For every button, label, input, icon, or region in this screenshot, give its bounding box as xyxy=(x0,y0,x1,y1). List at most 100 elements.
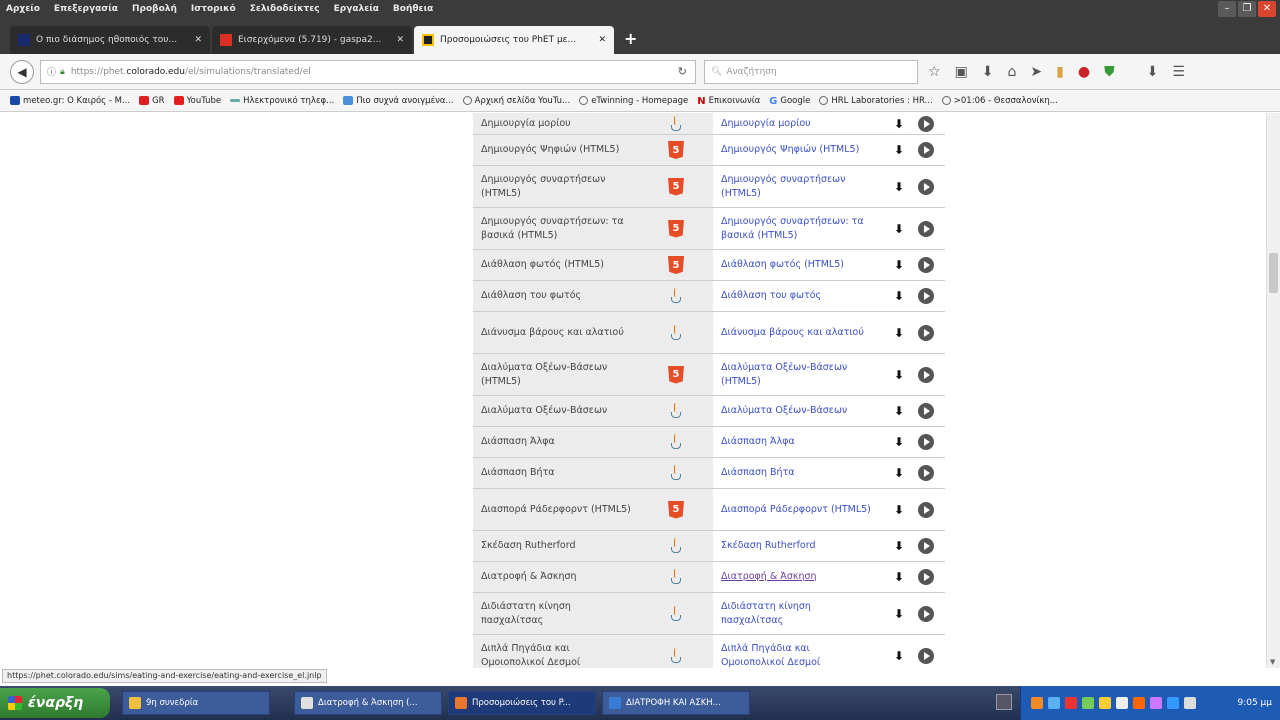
play-icon[interactable] xyxy=(918,434,935,450)
network-icon[interactable] xyxy=(1184,697,1196,709)
translated-simulation-link[interactable]: Δημιουργός Ψηφιών (HTML5) xyxy=(713,135,883,165)
play-icon[interactable] xyxy=(918,288,935,304)
send-icon[interactable]: ➤ xyxy=(1030,64,1042,80)
menu-item[interactable]: Ιστορικό xyxy=(191,4,236,14)
translated-simulation-link[interactable]: Διάνυσμα βάρους και αλατιού xyxy=(713,312,883,353)
play-icon[interactable] xyxy=(918,366,935,383)
tray-app-icon[interactable] xyxy=(1065,697,1077,709)
tab[interactable]: Εισερχόμενα (5.719) - gaspa2... ✕ xyxy=(212,26,412,54)
url-bar[interactable]: ⓘ 🔒︎ https://phet. colorado.edu /el/simu… xyxy=(40,59,696,84)
bookmark-item[interactable]: YouTube xyxy=(173,96,221,106)
bookmark-item[interactable]: >01:06 - Θεσσαλονίκη... xyxy=(941,96,1058,106)
translated-simulation-link[interactable]: Διάθλαση του φωτός xyxy=(713,281,883,311)
tray-app-icon[interactable] xyxy=(1167,697,1179,709)
scrollbar[interactable]: ▼ xyxy=(1266,113,1280,668)
back-icon[interactable]: ◀ xyxy=(10,59,34,84)
menu-item[interactable]: Επεξεργασία xyxy=(54,4,118,14)
show-desktop-icon[interactable] xyxy=(996,694,1012,710)
scrollbar-thumb[interactable] xyxy=(1269,253,1278,293)
play-icon[interactable] xyxy=(918,501,935,518)
download-icon[interactable]: ⬇ xyxy=(894,368,904,382)
menu-item[interactable]: Βοήθεια xyxy=(393,4,433,14)
download-icon[interactable]: ⬇ xyxy=(894,258,904,272)
download-icon[interactable]: ⬇ xyxy=(894,649,904,663)
taskbar-item[interactable]: 9η συνεδρία xyxy=(122,691,270,715)
play-icon[interactable] xyxy=(918,538,935,554)
download-icon[interactable]: ⬇ xyxy=(894,180,904,194)
translated-simulation-link[interactable]: Διπλά Πηγάδια και Ομοιοπολικοί Δεσμοί xyxy=(713,635,883,668)
translated-simulation-link[interactable]: Διάσπαση Άλφα xyxy=(713,427,883,457)
close-tab-icon[interactable]: ✕ xyxy=(396,35,404,45)
play-icon[interactable] xyxy=(918,324,935,341)
play-icon[interactable] xyxy=(918,569,935,585)
downloads-icon[interactable]: ⬇ xyxy=(1147,64,1159,80)
pinterest-icon[interactable]: ● xyxy=(1078,64,1090,80)
translated-simulation-link[interactable]: Διασπορά Ράδερφορντ (HTML5) xyxy=(713,489,883,530)
reader-icon[interactable]: ▣ xyxy=(955,64,968,80)
download-icon[interactable]: ⬇ xyxy=(894,326,904,340)
taskbar-item[interactable]: ΔΙΑΤΡΟΦΗ ΚΑΙ ΑΣΚΗ... xyxy=(602,691,750,715)
download-icon[interactable]: ⬇ xyxy=(894,117,904,131)
play-icon[interactable] xyxy=(918,257,935,273)
bookmark-item[interactable]: HRL Laboratories : HR... xyxy=(819,96,933,106)
download-icon[interactable]: ⬇ xyxy=(894,222,904,236)
pocket-icon[interactable]: ▮ xyxy=(1056,64,1064,80)
close-tab-icon[interactable]: ✕ xyxy=(194,35,202,45)
download-icon[interactable]: ⬇ xyxy=(894,143,904,157)
play-icon[interactable] xyxy=(918,647,935,664)
play-icon[interactable] xyxy=(918,142,935,158)
menu-icon[interactable]: ☰ xyxy=(1172,64,1185,80)
play-icon[interactable] xyxy=(918,178,935,195)
volume-icon[interactable] xyxy=(1116,697,1128,709)
menu-item[interactable]: Εργαλεία xyxy=(334,4,379,14)
search-input[interactable]: 🔍︎ Αναζήτηση xyxy=(704,59,918,84)
tray-app-icon[interactable] xyxy=(1099,697,1111,709)
menu-item[interactable]: Προβολή xyxy=(132,4,177,14)
download-icon[interactable]: ⬇ xyxy=(894,570,904,584)
taskbar-item[interactable]: Προσομοιώσεις του P... xyxy=(448,691,596,715)
bookmark-item[interactable]: Πιο συχνά ανοιγμένα... xyxy=(343,96,454,106)
close-icon[interactable]: ✕ xyxy=(1258,1,1276,17)
download-icon[interactable]: ⬇ xyxy=(894,289,904,303)
reload-icon[interactable]: ↻ xyxy=(678,65,687,78)
play-icon[interactable] xyxy=(918,115,935,132)
minimize-icon[interactable]: – xyxy=(1218,1,1236,17)
bookmark-item[interactable]: GR xyxy=(139,96,165,106)
bookmark-item[interactable]: Ηλεκτρονικό τηλεφ... xyxy=(230,96,334,106)
start-button[interactable]: έναρξη xyxy=(0,688,110,718)
bookmark-star-icon[interactable]: ☆ xyxy=(928,64,941,80)
translated-simulation-link[interactable]: Δημιουργός συναρτήσεων: τα βασικά (HTML5… xyxy=(713,208,883,249)
translated-simulation-link[interactable]: Διάθλαση φωτός (HTML5) xyxy=(713,250,883,280)
play-icon[interactable] xyxy=(918,465,935,481)
translated-simulation-link[interactable]: Διάσπαση Βήτα xyxy=(713,458,883,488)
download-icon[interactable]: ⬇ xyxy=(982,64,994,80)
menu-item[interactable]: Σελιδοδείκτες xyxy=(250,4,320,14)
play-icon[interactable] xyxy=(918,605,935,622)
menu-item[interactable]: Αρχείο xyxy=(6,4,40,14)
info-icon[interactable]: ⓘ xyxy=(47,65,56,78)
bookmark-item[interactable]: meteo.gr: Ο Καιρός - Μ... xyxy=(10,96,130,106)
play-icon[interactable] xyxy=(918,220,935,237)
bookmark-item[interactable]: G Google xyxy=(769,96,810,108)
adblock-shield-icon[interactable]: ⛊ xyxy=(1104,64,1115,80)
tray-app-icon[interactable] xyxy=(1150,697,1162,709)
tray-app-icon[interactable] xyxy=(1082,697,1094,709)
tab-active[interactable]: Προσομοιώσεις του PhET με... ✕ xyxy=(414,26,614,54)
download-icon[interactable]: ⬇ xyxy=(894,466,904,480)
translated-simulation-link[interactable]: Δημιουργός συναρτήσεων (HTML5) xyxy=(713,166,883,207)
restore-icon[interactable]: ❐ xyxy=(1238,1,1256,17)
home-icon[interactable]: ⌂ xyxy=(1008,64,1017,80)
tray-app-icon[interactable] xyxy=(1133,697,1145,709)
bookmark-item[interactable]: eTwinning - Homepage xyxy=(579,96,688,106)
translated-simulation-link[interactable]: Διατροφή & Άσκηση xyxy=(713,562,883,592)
translated-simulation-link[interactable]: Δημιουργία μορίου xyxy=(713,113,883,134)
play-icon[interactable] xyxy=(918,403,935,419)
download-icon[interactable]: ⬇ xyxy=(894,503,904,517)
tray-app-icon[interactable] xyxy=(1048,697,1060,709)
translated-simulation-link[interactable]: Διαλύματα Οξέων-Βάσεων xyxy=(713,396,883,426)
download-icon[interactable]: ⬇ xyxy=(894,607,904,621)
bookmark-item[interactable]: Αρχική σελίδα YouTu... xyxy=(462,96,570,106)
taskbar-item[interactable]: Διατροφή & Άσκηση (... xyxy=(294,691,442,715)
translated-simulation-link[interactable]: Διαλύματα Οξέων-Βάσεων (HTML5) xyxy=(713,354,883,395)
scroll-down-icon[interactable]: ▼ xyxy=(1270,658,1275,666)
